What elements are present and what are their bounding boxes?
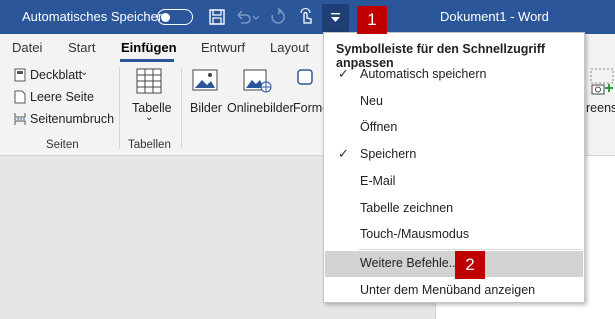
menu-item-weitere-befehle[interactable]: Weitere Befehle... (325, 251, 583, 277)
autosave-label: Automatisches Speichern (22, 9, 170, 24)
undo-icon[interactable] (233, 7, 253, 27)
title-bar: Automatisches Speichern Dokument1 - Word (0, 0, 615, 34)
pictures-icon (192, 69, 218, 91)
cover-page-icon (14, 68, 26, 82)
tab-datei[interactable]: Datei (12, 40, 42, 55)
menu-item-tabelle-zeichnen[interactable]: Tabelle zeichnen (325, 196, 583, 222)
tabelle-dropdown-icon[interactable]: ⌄ (145, 112, 153, 123)
onlinebilder-button[interactable]: Onlinebilder (227, 101, 294, 115)
step-badge-2: 2 (455, 251, 485, 279)
leere-seite-button[interactable]: Leere Seite (30, 90, 94, 104)
save-icon[interactable] (207, 7, 227, 27)
document-title: Dokument1 - Word (440, 9, 549, 24)
deckblatt-dropdown-icon[interactable]: ⌄ (80, 67, 88, 78)
checkmark-icon: ✓ (338, 146, 349, 161)
menu-item-automatisch-speichern[interactable]: ✓ Automatisch speichern (325, 62, 583, 88)
menu-item-neu[interactable]: Neu (325, 89, 583, 115)
autosave-toggle[interactable] (157, 9, 193, 25)
redo-icon[interactable] (268, 7, 288, 27)
menu-item-oeffnen[interactable]: Öffnen (325, 115, 583, 141)
tab-entwurf[interactable]: Entwurf (201, 40, 245, 55)
shapes-icon (297, 69, 313, 85)
chevron-down-icon (331, 13, 340, 22)
tab-einfuegen[interactable]: Einfügen (121, 40, 177, 55)
customize-qat-button[interactable] (322, 4, 349, 32)
table-icon (136, 68, 162, 94)
menu-item-unter-menueband-anzeigen[interactable]: Unter dem Menüband anzeigen (325, 278, 583, 304)
group-label-seiten: Seiten (46, 139, 79, 151)
menu-item-speichern[interactable]: ✓ Speichern (325, 142, 583, 168)
undo-dropdown-icon[interactable] (251, 7, 261, 27)
blank-page-icon (14, 90, 26, 104)
customize-qat-menu: Symbolleiste für den Schnellzugriff anpa… (323, 32, 585, 303)
checkmark-icon: ✓ (338, 66, 349, 81)
seitenumbruch-button[interactable]: Seitenumbruch (30, 112, 114, 126)
step-badge-1: 1 (357, 6, 387, 34)
menu-item-touch-mausmodus[interactable]: Touch-/Mausmodus (325, 222, 583, 248)
tab-layout[interactable]: Layout (270, 40, 309, 55)
menu-separator (359, 249, 581, 250)
menu-item-e-mail[interactable]: E-Mail (325, 169, 583, 195)
deckblatt-button[interactable]: Deckblatt (30, 68, 82, 82)
bilder-button[interactable]: Bilder (190, 101, 222, 115)
screenshot-button[interactable]: reens (586, 101, 615, 115)
group-separator (119, 67, 120, 149)
tab-start[interactable]: Start (68, 40, 95, 55)
group-label-tabellen: Tabellen (128, 139, 171, 151)
page-break-icon (14, 113, 26, 125)
touch-mode-icon[interactable] (296, 7, 316, 27)
screenshot-icon (590, 68, 614, 95)
online-pictures-icon (243, 69, 272, 93)
group-separator (181, 67, 182, 149)
